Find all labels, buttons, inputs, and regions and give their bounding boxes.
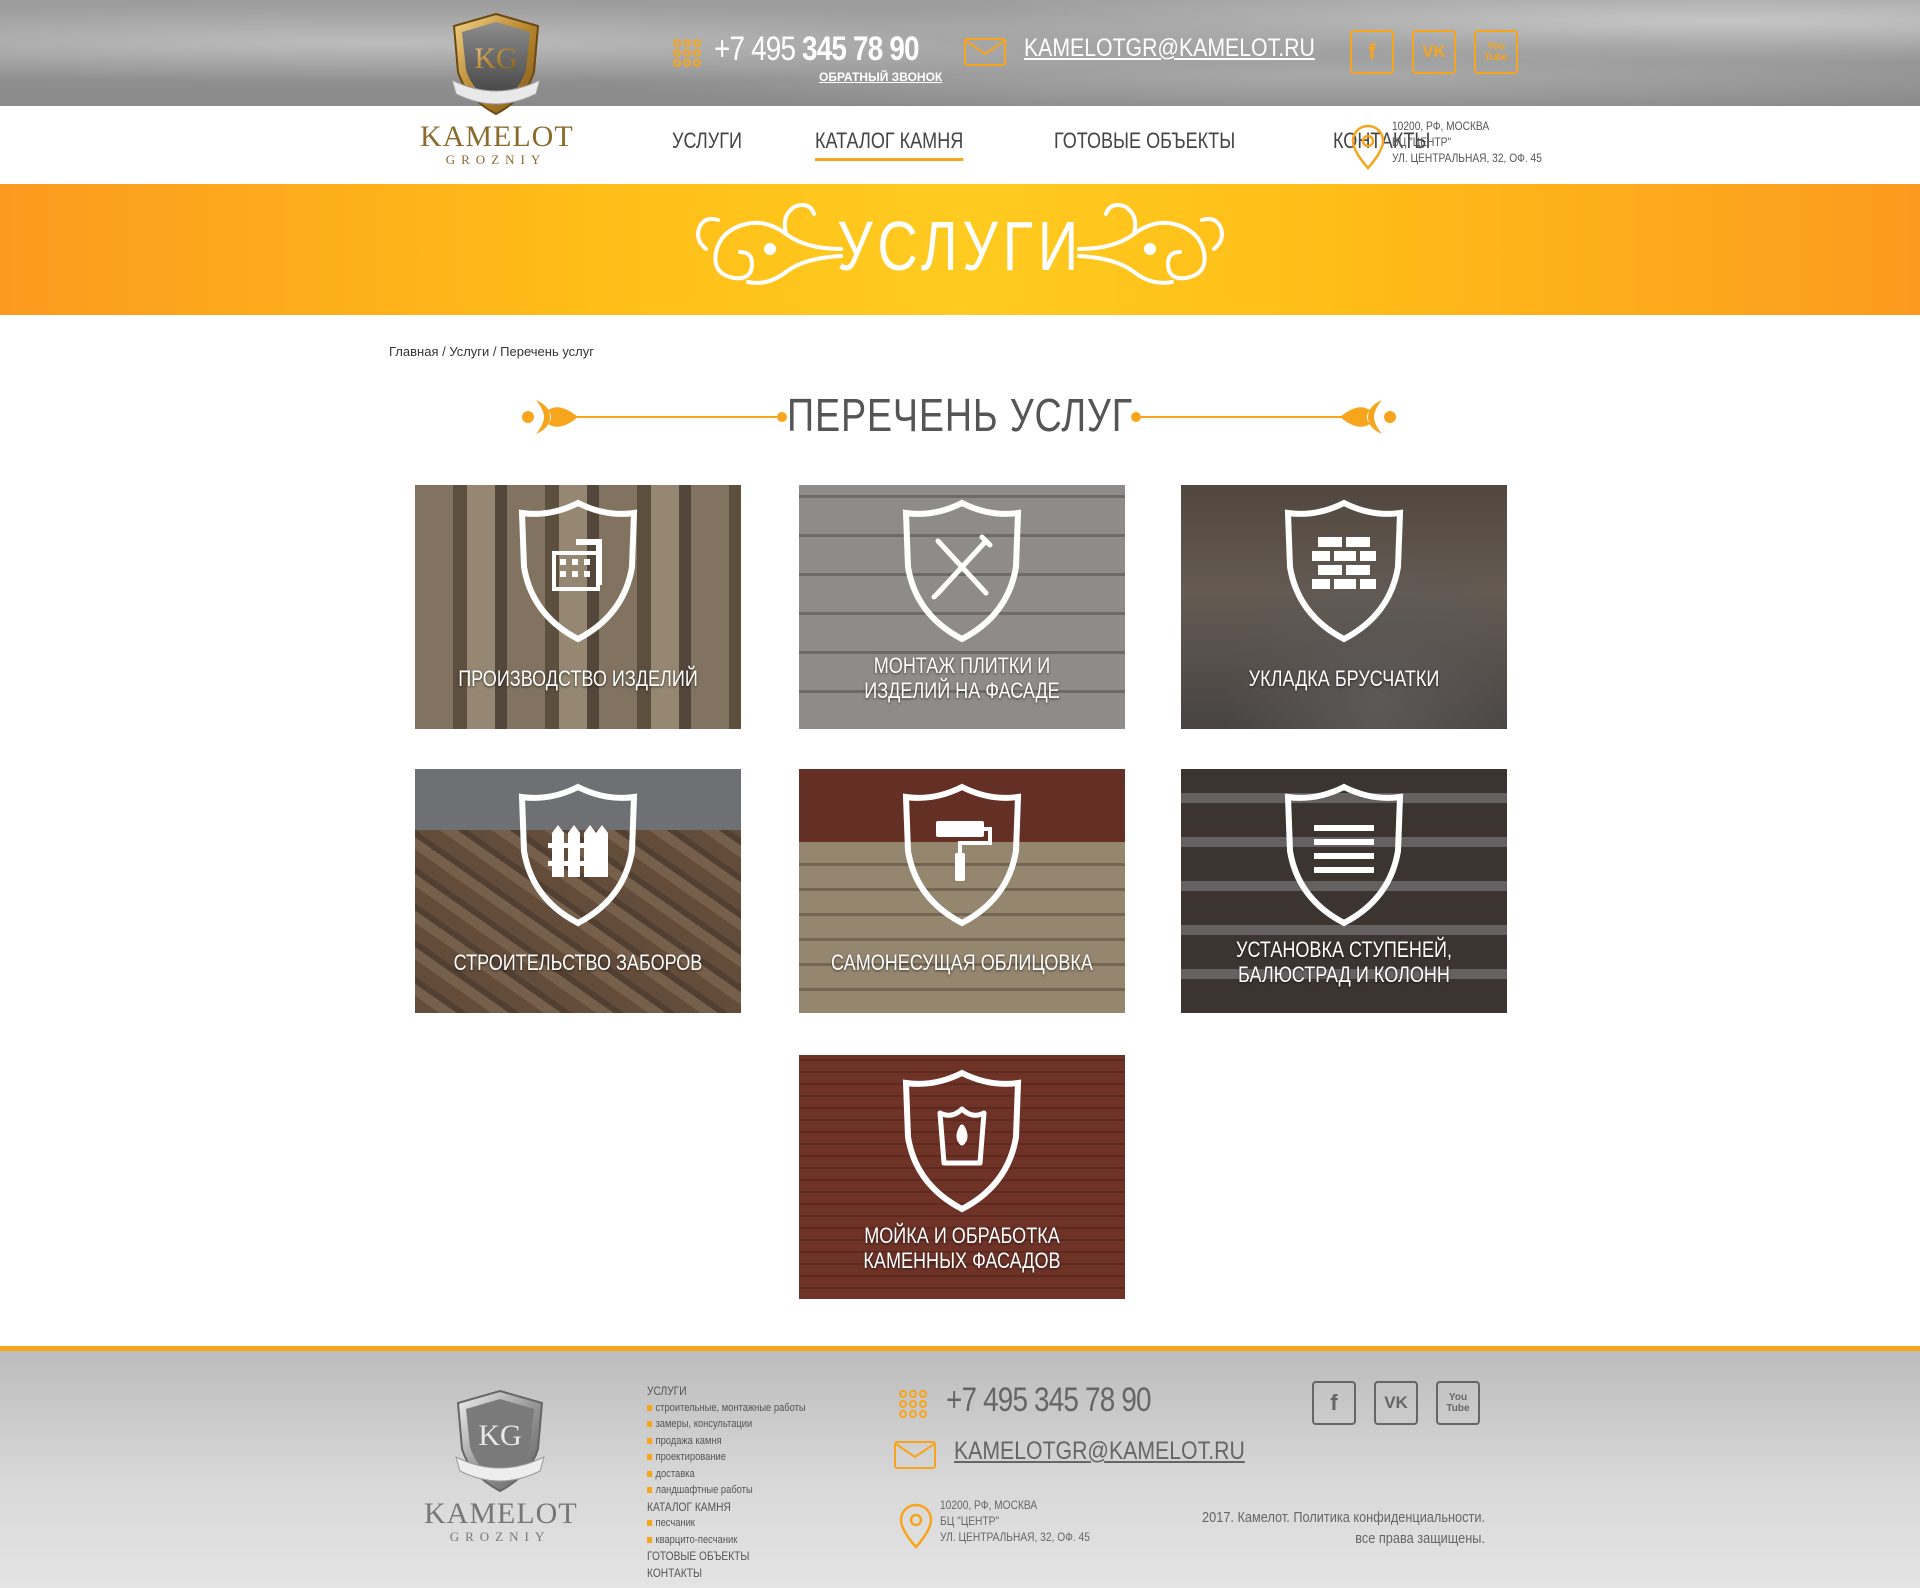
- shield-logo-icon: KG: [451, 12, 541, 116]
- footer-link[interactable]: КАТАЛОГ КАМНЯ: [647, 1499, 806, 1516]
- location-pin-icon: [1351, 124, 1385, 170]
- service-card-fences[interactable]: СТРОИТЕЛЬСТВО ЗАБОРОВ: [415, 769, 741, 1013]
- envelope-icon: [894, 1441, 936, 1469]
- service-card-production[interactable]: ПРОИЗВОДСТВО ИЗДЕЛИЙ: [415, 485, 741, 729]
- youtube-icon[interactable]: You Tube: [1436, 1381, 1480, 1425]
- copyright-rights: все права защищены.: [1355, 1530, 1485, 1547]
- shield-logo-icon: KG: [455, 1389, 545, 1493]
- breadcrumb: Главная / Услуги / Перечень услуг: [389, 344, 594, 359]
- email-link[interactable]: KAMELOTGR@KAMELOT.RU: [1024, 34, 1315, 63]
- vk-icon[interactable]: VK: [1374, 1381, 1418, 1425]
- location-pin-icon: [899, 1503, 933, 1549]
- top-strip: +7 495 345 78 90 ОБРАТНЫЙ ЗВОНОК KAMELOT…: [0, 0, 1920, 106]
- footer-link[interactable]: ГОТОВЫЕ ОБЪЕКТЫ: [647, 1548, 806, 1565]
- paint-roller-icon: [902, 783, 1022, 927]
- nav-item-objects[interactable]: ГОТОВЫЕ ОБЪЕКТЫ: [1054, 128, 1235, 158]
- privacy-policy-link[interactable]: 2017. Камелот. Политика конфиденциальнос…: [1183, 1507, 1485, 1528]
- email-link[interactable]: KAMELOTGR@KAMELOT.RU: [954, 1437, 1245, 1466]
- keypad-icon: [673, 39, 701, 67]
- footer-link[interactable]: КОНТАКТЫ: [647, 1565, 806, 1582]
- footer-social-links: f VK You Tube: [1312, 1381, 1480, 1425]
- service-card-cladding[interactable]: САМОНЕСУЩАЯ ОБЛИЦОВКА: [799, 769, 1125, 1013]
- card-title: УКЛАДКА БРУСЧАТКИ: [1248, 666, 1440, 691]
- card-title: САМОНЕСУЩАЯ ОБЛИЦОВКА: [831, 950, 1093, 975]
- envelope-icon: [964, 38, 1006, 66]
- service-card-paving[interactable]: УКЛАДКА БРУСЧАТКИ: [1181, 485, 1507, 729]
- building-icon: [518, 499, 638, 643]
- logo-subtitle: GROZNIY: [445, 152, 547, 167]
- social-links: f VK You Tube: [1350, 30, 1518, 74]
- footer-sublink[interactable]: доставка: [647, 1466, 806, 1483]
- main-nav: УСЛУГИ КАТАЛОГ КАМНЯ ГОТОВЫЕ ОБЪЕКТЫ КОН…: [672, 128, 1452, 161]
- breadcrumb-services[interactable]: Услуги: [449, 344, 489, 359]
- phone-number[interactable]: +7 495 345 78 90: [946, 1381, 1152, 1420]
- phone-number[interactable]: +7 495 345 78 90: [714, 30, 920, 69]
- facebook-icon[interactable]: f: [1312, 1381, 1356, 1425]
- logo-name: KAMELOT: [424, 1497, 578, 1530]
- footer-sublink[interactable]: замеры, консультации: [647, 1416, 806, 1433]
- service-card-steps[interactable]: УСТАНОВКА СТУПЕНЕЙ, БАЛЮСТРАД И КОЛОНН: [1181, 769, 1507, 1013]
- bricks-icon: [1284, 499, 1404, 643]
- copyright: 2017. Камелот. Политика конфиденциальнос…: [1183, 1507, 1485, 1549]
- tools-icon: [902, 499, 1022, 643]
- main-navbar: УСЛУГИ КАТАЛОГ КАМНЯ ГОТОВЫЕ ОБЪЕКТЫ КОН…: [0, 106, 1920, 184]
- nav-item-services[interactable]: УСЛУГИ: [672, 128, 742, 158]
- address-text: 10200, РФ, МОСКВА БЦ "ЦЕНТР" УЛ. ЦЕНТРАЛ…: [940, 1498, 1090, 1544]
- facebook-icon[interactable]: f: [1350, 30, 1394, 74]
- svg-text:KG: KG: [478, 1419, 521, 1452]
- breadcrumb-current: Перечень услуг: [500, 344, 595, 359]
- vk-icon[interactable]: VK: [1412, 30, 1456, 74]
- site-logo[interactable]: KG KAMELOT GROZNIY: [420, 10, 574, 170]
- footer-sublink[interactable]: кварцито-песчаник: [647, 1532, 806, 1549]
- service-card-facade-tiles[interactable]: МОНТАЖ ПЛИТКИ И ИЗДЕЛИЙ НА ФАСАДЕ: [799, 485, 1125, 729]
- site-footer: KG KAMELOT GROZNIY УСЛУГИ строительные, …: [0, 1346, 1920, 1588]
- card-title: ПРОИЗВОДСТВО ИЗДЕЛИЙ: [458, 666, 698, 691]
- bucket-icon: [902, 1069, 1022, 1213]
- card-title: УСТАНОВКА СТУПЕНЕЙ, БАЛЮСТРАД И КОЛОНН: [1236, 937, 1452, 987]
- footer-sublink[interactable]: продажа камня: [647, 1433, 806, 1450]
- footer-sublink[interactable]: проектирование: [647, 1449, 806, 1466]
- footer-sublink[interactable]: песчаник: [647, 1515, 806, 1532]
- service-card-facade-washing[interactable]: МОЙКА И ОБРАБОТКА КАМЕННЫХ ФАСАДОВ: [799, 1055, 1125, 1299]
- page-banner: УСЛУГИ: [0, 184, 1920, 315]
- flourish-right-icon: [1077, 203, 1224, 285]
- footer-sublink[interactable]: ландшафтные работы: [647, 1482, 806, 1499]
- logo-name: KAMELOT: [420, 120, 574, 153]
- banner-title: УСЛУГИ: [837, 207, 1083, 285]
- card-title: МОЙКА И ОБРАБОТКА КАМЕННЫХ ФАСАДОВ: [863, 1223, 1061, 1273]
- youtube-icon[interactable]: You Tube: [1474, 30, 1518, 74]
- footer-sublink[interactable]: строительные, монтажные работы: [647, 1400, 806, 1417]
- svg-text:KG: KG: [474, 42, 517, 75]
- address-text: 10200, РФ, МОСКВА БЦ "ЦЕНТР" УЛ. ЦЕНТРАЛ…: [1392, 119, 1542, 165]
- breadcrumb-separator: /: [438, 344, 450, 359]
- footer-logo[interactable]: KG KAMELOT GROZNIY: [424, 1387, 578, 1547]
- breadcrumb-separator: /: [489, 344, 501, 359]
- logo-subtitle: GROZNIY: [449, 1529, 551, 1544]
- card-title: МОНТАЖ ПЛИТКИ И ИЗДЕЛИЙ НА ФАСАДЕ: [864, 653, 1060, 703]
- footer-link[interactable]: УСЛУГИ: [647, 1383, 806, 1400]
- divider-ornament-right-icon: [1131, 400, 1396, 434]
- card-title: СТРОИТЕЛЬСТВО ЗАБОРОВ: [453, 950, 703, 975]
- section-title: ПЕРЕЧЕНЬ УСЛУГ: [787, 389, 1133, 441]
- footer-menu: УСЛУГИ строительные, монтажные работы за…: [647, 1383, 834, 1581]
- callback-link[interactable]: ОБРАТНЫЙ ЗВОНОК: [819, 70, 942, 84]
- keypad-icon: [899, 1390, 927, 1418]
- fence-icon: [518, 783, 638, 927]
- nav-item-catalog[interactable]: КАТАЛОГ КАМНЯ: [815, 128, 964, 161]
- stairs-icon: [1284, 783, 1404, 927]
- breadcrumb-home[interactable]: Главная: [389, 344, 438, 359]
